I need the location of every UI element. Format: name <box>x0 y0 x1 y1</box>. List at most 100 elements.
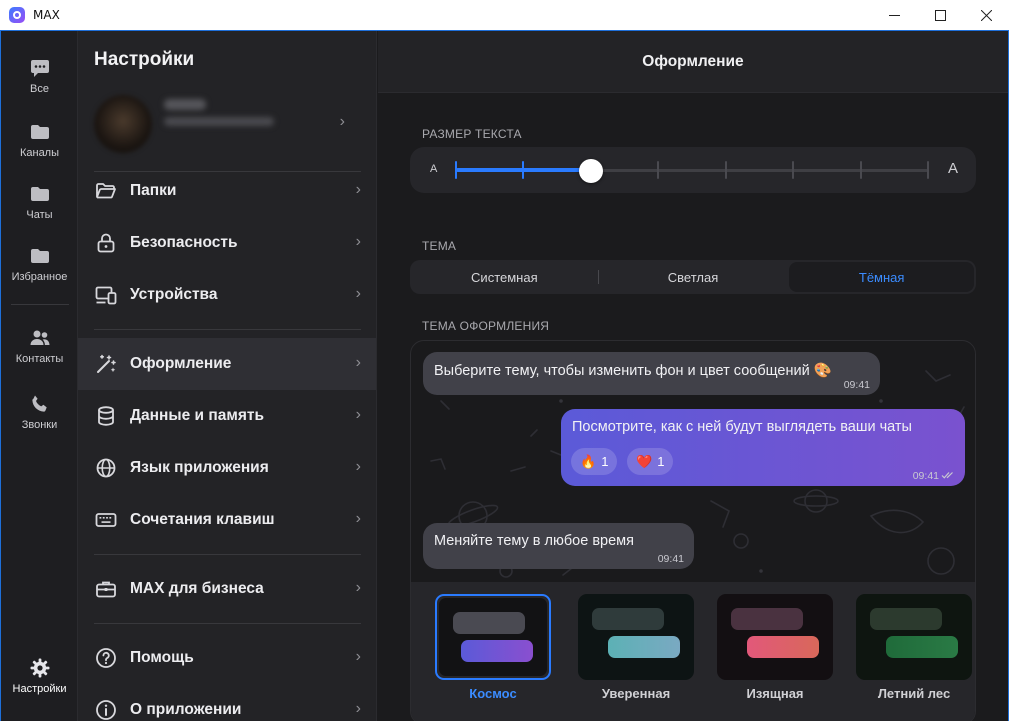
nav-rail: Все Каналы Чаты Избранное Контакты Звонк… <box>1 31 78 721</box>
preview-outgoing-bubble <box>461 640 533 662</box>
slider-tick <box>455 161 457 179</box>
rail-divider <box>11 304 69 305</box>
phone-icon <box>31 395 47 412</box>
title-bar: MAX <box>0 0 1009 31</box>
settings-item-label: Данные и память <box>130 407 264 424</box>
message-time: 09:41 <box>843 379 870 391</box>
rail-label: Контакты <box>15 353 64 365</box>
double-check-icon <box>941 472 953 479</box>
preview-incoming-bubble <box>731 608 803 630</box>
close-button[interactable] <box>963 0 1009 31</box>
theme-preview <box>439 598 547 676</box>
divider <box>94 623 361 624</box>
reaction-fire[interactable]: 🔥 1 <box>571 448 618 475</box>
rail-label: Избранное <box>11 271 68 283</box>
rail-item-contacts[interactable]: Контакты <box>1 327 78 365</box>
avatar <box>94 95 152 153</box>
settings-item-help[interactable]: Помощь › <box>78 632 376 684</box>
theme-name: Космос <box>469 686 517 701</box>
message-time: 09:41 <box>657 553 684 565</box>
settings-item-appearance[interactable]: Оформление › <box>78 338 376 390</box>
message-text: Посмотрите, как с ней будут выглядеть ва… <box>572 419 912 435</box>
rail-item-chats[interactable]: Чаты <box>1 183 78 221</box>
chevron-right-icon: › <box>355 510 361 527</box>
maximize-button[interactable] <box>917 0 963 31</box>
divider <box>94 329 361 330</box>
settings-item-label: Папки <box>130 182 177 199</box>
theme-segmented-control: Системная Светлая Тёмная <box>410 260 976 294</box>
preview-outgoing-bubble <box>608 636 680 658</box>
theme-name: Изящная <box>746 686 804 701</box>
settings-item-folders[interactable]: Папки › <box>78 165 376 217</box>
message-text: Выберите тему, чтобы изменить фон и цвет… <box>434 363 832 379</box>
preview-incoming-bubble <box>870 608 942 630</box>
message-bubble-outgoing: Посмотрите, как с ней будут выглядеть ва… <box>561 409 965 486</box>
chat-preview: Выберите тему, чтобы изменить фон и цвет… <box>410 340 976 721</box>
theme-preview <box>717 594 833 680</box>
slider-tick <box>724 161 727 179</box>
slider-tick <box>792 161 795 179</box>
theme-name: Летний лес <box>877 686 951 701</box>
folder-icon <box>30 125 49 139</box>
settings-item-about[interactable]: О приложении › <box>78 684 376 721</box>
reaction-heart[interactable]: ❤️ 1 <box>627 448 674 475</box>
devices-icon <box>95 286 117 305</box>
large-text-indicator: A <box>947 160 958 177</box>
theme-option-system[interactable]: Системная <box>412 262 597 292</box>
theme-option-dark[interactable]: Тёмная <box>789 262 975 292</box>
reaction-count: 1 <box>657 454 665 469</box>
message-text: Меняйте тему в любое время <box>434 533 634 549</box>
globe-icon <box>96 458 116 478</box>
minimize-button[interactable] <box>871 0 917 31</box>
settings-item-label: MAX для бизнеса <box>130 580 264 597</box>
slider-tick <box>927 161 929 179</box>
folder-open-icon <box>96 183 116 199</box>
window-title: MAX <box>33 8 60 22</box>
settings-panel: Настройки › Папки › Безопасность › Устро… <box>78 31 377 721</box>
slider-handle[interactable] <box>578 159 603 183</box>
chevron-right-icon: › <box>355 648 361 665</box>
settings-item-business[interactable]: MAX для бизнеса › <box>78 563 376 615</box>
slider-tick <box>657 161 660 179</box>
settings-item-language[interactable]: Язык приложения › <box>78 442 376 494</box>
settings-item-shortcuts[interactable]: Сочетания клавиш › <box>78 494 376 546</box>
theme-card-elegant[interactable] <box>717 594 833 680</box>
theme-option-light[interactable]: Светлая <box>601 262 786 292</box>
settings-item-devices[interactable]: Устройства › <box>78 269 376 321</box>
theme-card-cosmos[interactable] <box>435 594 551 680</box>
chevron-right-icon: › <box>355 233 361 250</box>
settings-item-security[interactable]: Безопасность › <box>78 217 376 269</box>
chevron-right-icon: › <box>355 285 361 302</box>
text-size-slider[interactable]: A A <box>410 147 976 193</box>
minimize-icon <box>888 15 900 16</box>
theme-card-confident[interactable] <box>578 594 694 680</box>
message-bubble-incoming: Меняйте тему в любое время 09:41 <box>423 523 694 569</box>
chevron-right-icon: › <box>355 458 361 475</box>
preview-outgoing-bubble <box>747 636 819 658</box>
database-icon <box>98 406 114 426</box>
rail-item-calls[interactable]: Звонки <box>1 393 78 431</box>
theme-label: ТЕМА <box>422 239 457 253</box>
rail-item-channels[interactable]: Каналы <box>1 121 78 159</box>
theme-name: Уверенная <box>601 686 671 701</box>
page-title: Оформление <box>642 52 744 70</box>
rail-item-all[interactable]: Все <box>1 57 78 95</box>
rail-item-favorites[interactable]: Избранное <box>1 245 78 283</box>
chat-bubble-icon <box>30 60 49 77</box>
appearance-theme-label: ТЕМА ОФОРМЛЕНИЯ <box>422 319 550 333</box>
help-icon <box>96 648 116 668</box>
settings-item-data-storage[interactable]: Данные и память › <box>78 390 376 442</box>
blurred-profile-phone <box>164 117 274 126</box>
small-text-indicator: A <box>430 163 438 175</box>
heart-emoji-icon: ❤️ <box>636 453 653 469</box>
rail-item-settings[interactable]: Настройки <box>1 657 78 695</box>
preview-incoming-bubble <box>453 612 525 634</box>
profile-card[interactable]: › <box>94 89 376 159</box>
theme-card-summer-forest[interactable] <box>856 594 972 680</box>
segment-divider <box>598 270 599 284</box>
rail-label: Настройки <box>12 683 67 695</box>
settings-item-label: Устройства <box>130 286 218 303</box>
chevron-right-icon: › <box>355 579 361 596</box>
theme-preview <box>856 594 972 680</box>
settings-item-label: Помощь <box>130 649 194 666</box>
